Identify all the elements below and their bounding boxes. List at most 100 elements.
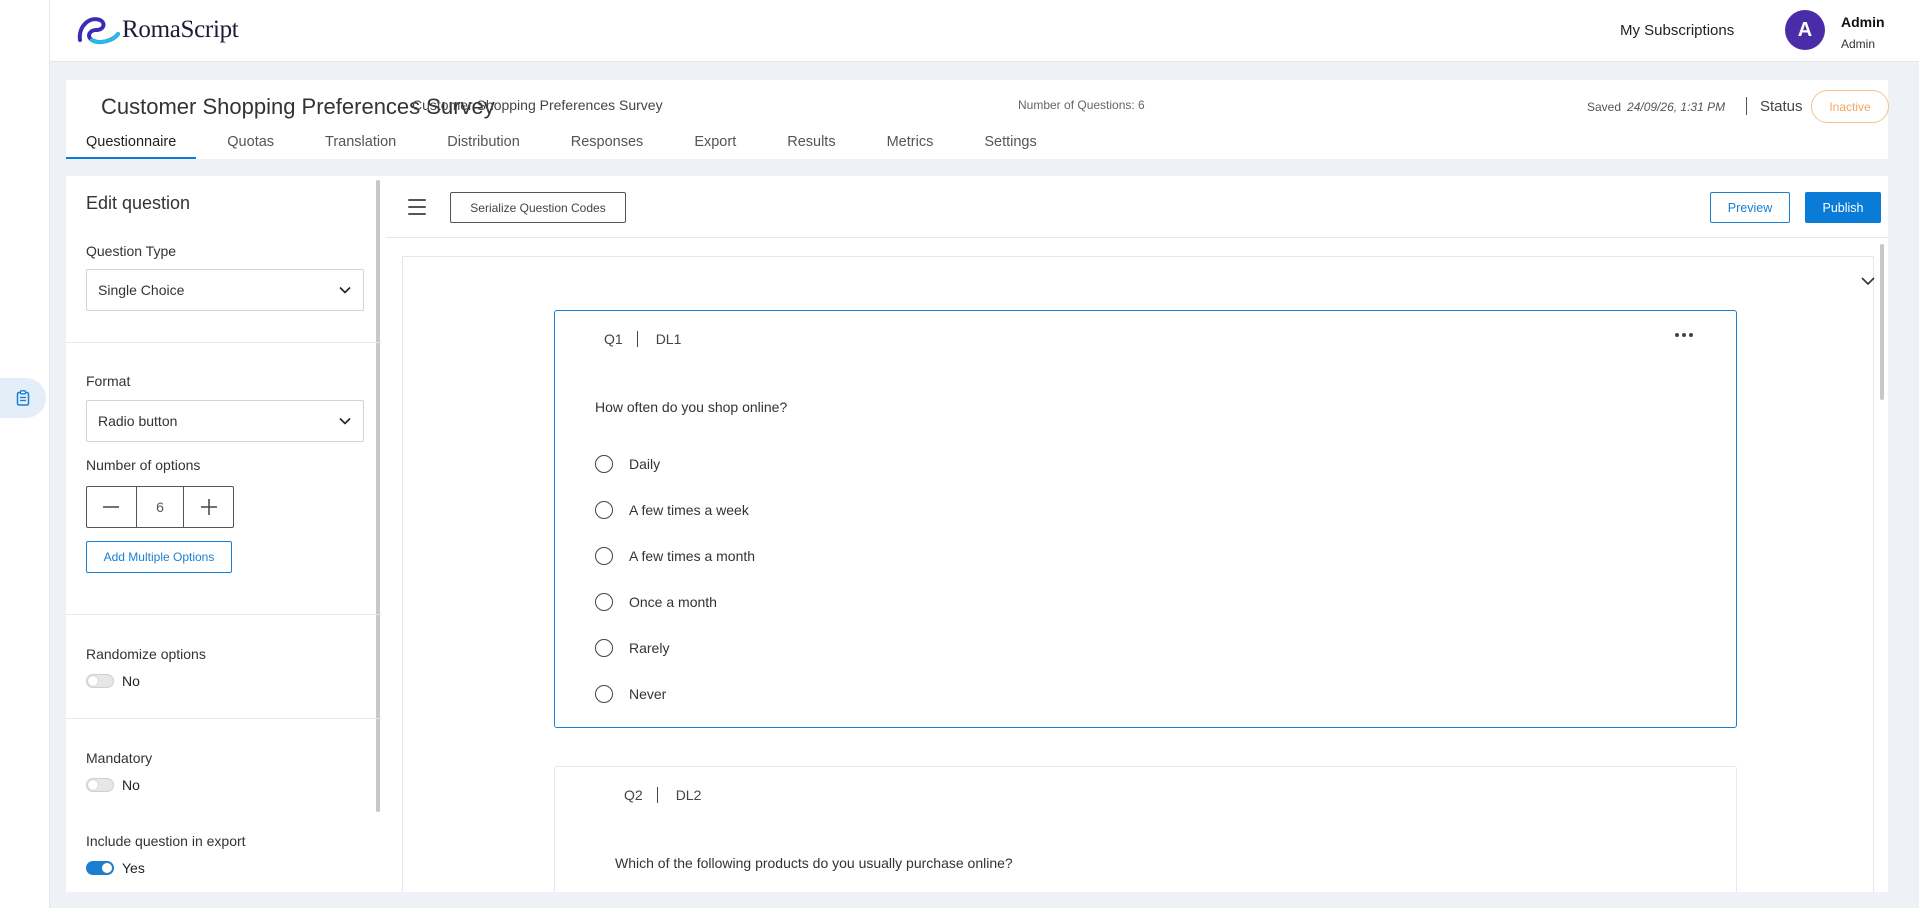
radio-button[interactable] <box>595 639 613 657</box>
question-code: Q1 <box>604 331 623 347</box>
num-options-label: Number of options <box>86 457 201 473</box>
preview-button[interactable]: Preview <box>1710 192 1790 223</box>
saved-label: Saved <box>1587 100 1622 114</box>
saved-timestamp: Saved 24/09/26, 1:31 PM <box>1587 100 1725 114</box>
edit-question-panel: Edit question Question Type Single Choic… <box>66 176 386 892</box>
num-options-stepper: 6 <box>86 486 234 528</box>
block-title: Customer Shopping Preferences Survey <box>412 97 663 113</box>
mandatory-value: No <box>122 777 140 793</box>
question-count: Number of Questions: 6 <box>1018 98 1145 112</box>
question-header: Q1 DL1 <box>604 331 681 347</box>
radio-button[interactable] <box>595 685 613 703</box>
format-value: Radio button <box>98 413 178 429</box>
divider <box>66 342 382 343</box>
include-export-toggle[interactable] <box>86 861 114 875</box>
survey-header: Customer Shopping Preferences Survey Sav… <box>66 80 1889 159</box>
questionnaire-nav-item[interactable] <box>0 378 46 418</box>
include-export-value: Yes <box>122 860 145 876</box>
question-type-value: Single Choice <box>98 282 185 298</box>
divider <box>66 614 382 615</box>
tab-settings[interactable]: Settings <box>953 132 1056 159</box>
question-label: DL2 <box>675 787 702 803</box>
add-multiple-options-button[interactable]: Add Multiple Options <box>86 541 232 573</box>
num-options-value[interactable]: 6 <box>135 487 185 527</box>
divider <box>66 718 382 719</box>
question-type-label: Question Type <box>86 243 177 259</box>
avatar[interactable]: A <box>1785 10 1825 50</box>
option-item[interactable]: A few times a week <box>595 487 755 533</box>
main-scrollbar[interactable] <box>1880 244 1884 400</box>
randomize-label: Randomize options <box>86 646 206 662</box>
radio-button[interactable] <box>595 593 613 611</box>
randomize-value: No <box>122 673 140 689</box>
top-header: RomaScript My Subscriptions A Admin Admi… <box>50 0 1919 62</box>
tab-questionnaire[interactable]: Questionnaire <box>66 132 197 159</box>
option-label: A few times a month <box>629 548 756 564</box>
question-card[interactable]: Q2 DL2 Which of the following products d… <box>554 766 1737 892</box>
tab-metrics[interactable]: Metrics <box>856 132 954 159</box>
more-options-icon[interactable] <box>1675 333 1693 337</box>
survey-tabs: Questionnaire Quotas Translation Distrib… <box>66 132 1057 159</box>
toggle-knob <box>88 780 98 790</box>
radio-button[interactable] <box>595 455 613 473</box>
status-badge[interactable]: Inactive <box>1811 90 1889 123</box>
option-label: Never <box>629 686 667 702</box>
chevron-down-icon <box>339 286 351 294</box>
logo-text: RomaScript <box>122 16 239 43</box>
mandatory-toggle[interactable] <box>86 778 114 792</box>
options-list: Daily A few times a week A few times a m… <box>595 441 755 717</box>
format-label: Format <box>86 373 131 389</box>
increment-button[interactable] <box>184 487 233 527</box>
my-subscriptions-link[interactable]: My Subscriptions <box>1620 22 1734 39</box>
question-card[interactable]: Q1 DL1 How often do you shop online? Dai… <box>554 310 1737 728</box>
mandatory-toggle-row: No <box>86 777 140 793</box>
question-text: How often do you shop online? <box>595 399 788 415</box>
tab-distribution[interactable]: Distribution <box>416 132 540 159</box>
tab-translation[interactable]: Translation <box>294 132 416 159</box>
question-header: Q2 DL2 <box>624 787 701 803</box>
divider <box>1746 97 1747 115</box>
clipboard-icon <box>16 390 30 406</box>
mandatory-label: Mandatory <box>86 750 153 766</box>
option-item[interactable]: Daily <box>595 441 755 487</box>
randomize-toggle[interactable] <box>86 674 114 688</box>
toggle-knob <box>88 676 98 686</box>
saved-date: 24/09/26, 1:31 PM <box>1627 100 1726 114</box>
question-type-select[interactable]: Single Choice <box>86 269 364 311</box>
divider <box>656 787 658 803</box>
chevron-down-icon[interactable] <box>1861 274 1875 288</box>
menu-icon[interactable] <box>408 199 426 215</box>
user-name: Admin <box>1841 14 1885 30</box>
tab-results[interactable]: Results <box>756 132 855 159</box>
radio-button[interactable] <box>595 501 613 519</box>
option-label: Once a month <box>629 594 717 610</box>
option-label: Daily <box>629 456 661 472</box>
tab-responses[interactable]: Responses <box>540 132 664 159</box>
logo-mark-icon <box>77 17 120 45</box>
publish-button[interactable]: Publish <box>1805 192 1881 223</box>
editor-toolbar: Serialize Question Codes Preview Publish <box>386 176 1888 238</box>
option-item[interactable]: Never <box>595 671 755 717</box>
include-export-label: Include question in export <box>86 833 246 849</box>
option-item[interactable]: Once a month <box>595 579 755 625</box>
toggle-knob <box>102 863 112 873</box>
radio-button[interactable] <box>595 547 613 565</box>
serialize-question-codes-button[interactable]: Serialize Question Codes <box>450 192 626 223</box>
tab-quotas[interactable]: Quotas <box>196 132 294 159</box>
edit-question-title: Edit question <box>86 193 191 213</box>
chevron-down-icon <box>339 417 351 425</box>
minus-icon <box>103 506 120 508</box>
plus-icon <box>200 499 217 515</box>
option-item[interactable]: A few times a month <box>595 533 755 579</box>
format-select[interactable]: Radio button <box>86 400 364 442</box>
app-logo[interactable]: RomaScript <box>76 14 239 46</box>
tab-export[interactable]: Export <box>663 132 756 159</box>
question-text: Which of the following products do you u… <box>615 855 1013 871</box>
option-item[interactable]: Rarely <box>595 625 755 671</box>
status-label: Status <box>1760 98 1803 115</box>
question-label: DL1 <box>655 331 682 347</box>
question-2-viewport: Q2 DL2 Which of the following products d… <box>386 760 1888 892</box>
left-rail <box>0 0 50 908</box>
randomize-toggle-row: No <box>86 673 140 689</box>
decrement-button[interactable] <box>87 487 136 527</box>
